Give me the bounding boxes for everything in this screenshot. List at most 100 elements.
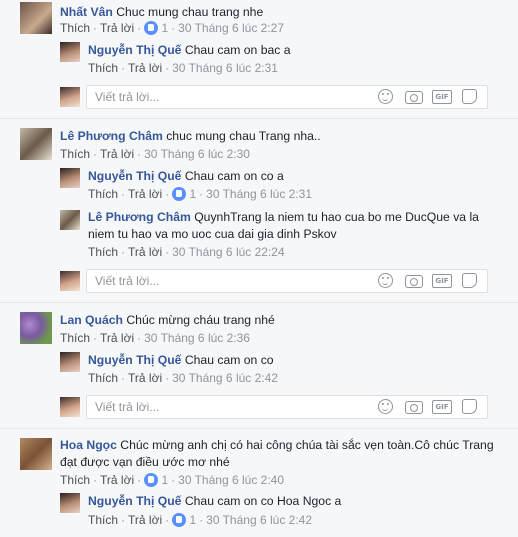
comment-author[interactable]: Nhất Vân	[60, 5, 113, 19]
avatar[interactable]	[60, 352, 80, 372]
reply-author[interactable]: Nguyễn Thị Quế	[88, 169, 181, 183]
reply-actions: Thích · Trả lời · 1 · 30 Tháng 6 lúc 2:31	[88, 187, 313, 201]
comments-panel: Nhất Vân Chuc mung chau trang nhe Thích ·…	[0, 0, 518, 537]
reply-body: Nguyễn Thị Quế Chau cam on co Hoa Ngoc a	[88, 493, 498, 510]
reply-input[interactable]: Viết trả lời... GIF	[86, 85, 488, 109]
reply-link[interactable]: Trả lời	[128, 245, 162, 259]
like-link[interactable]: Thích	[60, 473, 90, 487]
reply-author[interactable]: Nguyễn Thị Quế	[88, 494, 181, 508]
reply-link[interactable]: Trả lời	[128, 513, 162, 527]
reply-input[interactable]: Viết trả lời... GIF	[86, 395, 488, 419]
camera-icon[interactable]	[405, 401, 423, 414]
avatar[interactable]	[20, 128, 52, 160]
divider	[0, 428, 518, 429]
like-link[interactable]: Thích	[88, 245, 118, 259]
reply-placeholder: Viết trả lời...	[95, 400, 160, 414]
emoji-icon[interactable]	[378, 399, 393, 414]
avatar[interactable]	[20, 312, 52, 344]
reply-body: Nguyễn Thị Quế Chau cam on co	[88, 352, 498, 369]
comment-text: Chúc mừng cháu trang nhé	[126, 313, 275, 327]
sticker-icon[interactable]	[462, 399, 477, 414]
timestamp[interactable]: 30 Tháng 6 lúc 2:27	[178, 21, 284, 35]
reply-link[interactable]: Trả lời	[100, 147, 134, 161]
timestamp[interactable]: 30 Tháng 6 lúc 22:24	[172, 245, 285, 259]
timestamp[interactable]: 30 Tháng 6 lúc 2:36	[144, 331, 250, 345]
my-avatar	[60, 397, 80, 417]
divider	[0, 118, 518, 119]
comment-author[interactable]: Lan Quách	[60, 313, 123, 327]
like-link[interactable]: Thích	[88, 371, 118, 385]
reply-link[interactable]: Trả lời	[128, 371, 162, 385]
timestamp[interactable]: 30 Tháng 6 lúc 2:40	[178, 473, 284, 487]
avatar[interactable]	[60, 493, 80, 513]
gif-icon[interactable]: GIF	[432, 400, 452, 414]
comment-author[interactable]: Lê Phương Châm	[60, 129, 163, 143]
my-avatar	[60, 271, 80, 291]
reply-input[interactable]: Viết trả lời... GIF	[86, 269, 488, 293]
avatar[interactable]	[60, 210, 80, 230]
like-link[interactable]: Thích	[88, 187, 118, 201]
sticker-icon[interactable]	[462, 89, 477, 104]
like-count-icon[interactable]	[144, 473, 159, 487]
reply-author[interactable]: Lê Phương Châm	[88, 210, 191, 224]
reply-author[interactable]: Nguyễn Thị Quế	[88, 353, 181, 367]
like-link[interactable]: Thích	[60, 21, 90, 35]
reply-actions: Thích · Trả lời · 30 Tháng 6 lúc 2:31	[88, 61, 278, 75]
reply-author[interactable]: Nguyễn Thị Quế	[88, 43, 181, 57]
timestamp[interactable]: 30 Tháng 6 lúc 2:31	[172, 61, 278, 75]
camera-icon[interactable]	[405, 275, 423, 288]
comment-actions: Thích · Trả lời · 1 · 30 Tháng 6 lúc 2:40	[60, 473, 285, 487]
reply-link[interactable]: Trả lời	[128, 187, 162, 201]
reply-text: Chau cam on co Hoa Ngoc a	[184, 494, 342, 508]
like-link[interactable]: Thích	[60, 331, 90, 345]
like-link[interactable]: Thích	[88, 513, 118, 527]
divider	[0, 302, 518, 303]
reply-link[interactable]: Trả lời	[100, 473, 134, 487]
avatar[interactable]	[60, 42, 80, 62]
like-link[interactable]: Thích	[60, 147, 90, 161]
gif-icon[interactable]: GIF	[432, 90, 452, 104]
my-avatar	[60, 87, 80, 107]
timestamp[interactable]: 30 Tháng 6 lúc 2:42	[172, 371, 278, 385]
timestamp[interactable]: 30 Tháng 6 lúc 2:31	[206, 187, 312, 201]
comment-body: Hoa Ngọc Chúc mừng anh chị có hai công c…	[60, 437, 500, 471]
reply-link[interactable]: Trả lời	[100, 21, 134, 35]
like-count-icon[interactable]	[172, 187, 187, 201]
emoji-icon[interactable]	[378, 89, 393, 104]
avatar[interactable]	[20, 438, 52, 470]
comment-actions: Thích · Trả lời · 30 Tháng 6 lúc 2:36	[60, 331, 250, 345]
reply-actions: Thích · Trả lời · 1 · 30 Tháng 6 lúc 2:42	[88, 513, 313, 527]
gif-icon[interactable]: GIF	[432, 274, 452, 288]
comment-body: Nhất Vân Chuc mung chau trang nhe	[60, 4, 500, 21]
comment-text: Chúc mừng anh chị có hai công chúa tài s…	[60, 438, 494, 469]
comment-text: chuc mung chau Trang nha..	[166, 129, 321, 143]
sticker-icon[interactable]	[462, 273, 477, 288]
reply-actions: Thích · Trả lời · 30 Tháng 6 lúc 22:24	[88, 245, 285, 259]
like-count-icon[interactable]	[172, 513, 187, 527]
reply-placeholder: Viết trả lời...	[95, 90, 160, 104]
timestamp[interactable]: 30 Tháng 6 lúc 2:30	[144, 147, 250, 161]
like-count-icon[interactable]	[144, 21, 159, 35]
comment-actions: Thích · Trả lời · 1 · 30 Tháng 6 lúc 2:27	[60, 21, 285, 35]
avatar[interactable]	[20, 2, 52, 34]
reply-link[interactable]: Trả lời	[100, 331, 134, 345]
reply-text: Chau cam on co	[184, 353, 274, 367]
reply-actions: Thích · Trả lời · 30 Tháng 6 lúc 2:42	[88, 371, 278, 385]
comment-text: Chuc mung chau trang nhe	[116, 5, 264, 19]
comment-body: Lan Quách Chúc mừng cháu trang nhé	[60, 312, 500, 329]
like-link[interactable]: Thích	[88, 61, 118, 75]
reply-text: Chau cam on bac a	[184, 43, 291, 57]
reply-body: Nguyễn Thị Quế Chau cam on bac a	[88, 42, 498, 59]
camera-icon[interactable]	[405, 91, 423, 104]
reply-body: Nguyễn Thị Quế Chau cam on co a	[88, 168, 498, 185]
emoji-icon[interactable]	[378, 273, 393, 288]
timestamp[interactable]: 30 Tháng 6 lúc 2:42	[206, 513, 312, 527]
reply-link[interactable]: Trả lời	[128, 61, 162, 75]
comment-body: Lê Phương Châm chuc mung chau Trang nha.…	[60, 128, 500, 145]
comment-author[interactable]: Hoa Ngọc	[60, 438, 117, 452]
reply-placeholder: Viết trả lời...	[95, 274, 160, 288]
avatar[interactable]	[60, 168, 80, 188]
reply-text: Chau cam on co a	[184, 169, 284, 183]
reply-body: Lê Phương Châm QuynhTrang la niem tu hao…	[88, 209, 498, 243]
comment-actions: Thích · Trả lời · 30 Tháng 6 lúc 2:30	[60, 147, 250, 161]
